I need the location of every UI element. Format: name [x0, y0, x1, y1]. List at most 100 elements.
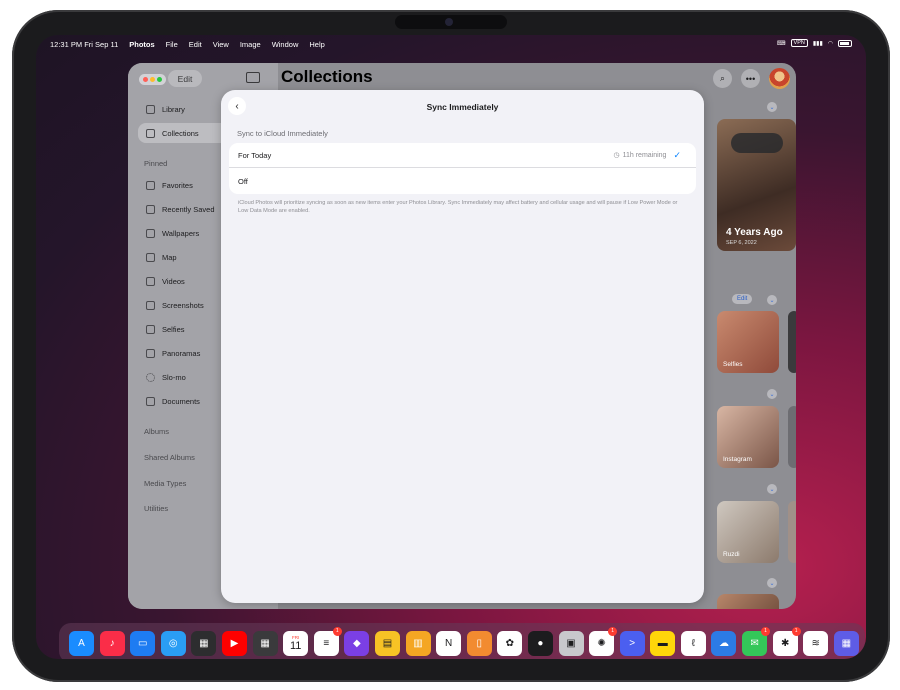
dock-stickies-icon[interactable]: ▤ [374, 630, 400, 656]
dock-app-switcher-icon[interactable]: ▦ [833, 630, 859, 656]
sidebar-toggle-icon[interactable] [246, 72, 260, 83]
menu-image[interactable]: Image [240, 40, 261, 49]
menu-window[interactable]: Window [272, 40, 299, 49]
menu-bar: 12:31 PM Fri Sep 11 Photos File Edit Vie… [36, 35, 866, 53]
dock-shortcuts-icon[interactable]: ◆ [344, 630, 370, 656]
chevron-down-icon[interactable]: ⌄ [767, 484, 777, 494]
more-button[interactable]: ••• [741, 69, 760, 88]
sidebar-item-label: Wallpapers [162, 228, 200, 238]
dock-reminders-icon[interactable]: ≡ 1 [313, 626, 342, 656]
library-icon [146, 104, 155, 114]
dock-app-library-icon[interactable]: ▦ [252, 630, 278, 656]
close-icon[interactable] [143, 77, 148, 82]
dock-mirror-icon[interactable]: ▯ [466, 630, 492, 656]
widgets-glyph: ▦ [199, 637, 209, 649]
option-label: Off [238, 177, 248, 186]
dock-notes-app-icon[interactable]: ▥ [405, 630, 431, 656]
photos-glyph: ✿ [505, 637, 514, 649]
signal-icon: ▮▮▮ [812, 40, 823, 47]
notification-badge: 1 [332, 626, 342, 636]
albums-heading[interactable]: Albums [144, 427, 169, 436]
dock-chatgpt-icon[interactable]: ✺ 1 [589, 626, 618, 656]
sidebar-item-label: Recently Saved [162, 204, 215, 214]
dock-photos-icon[interactable]: ✿ [497, 630, 523, 656]
media-types-heading[interactable]: Media Types [144, 479, 186, 488]
album-thumb-partial[interactable] [788, 406, 796, 468]
stickies-glyph: ▤ [382, 637, 393, 649]
dock-slack-icon[interactable]: ✱ 1 [772, 626, 801, 656]
dock-writing-icon[interactable]: ℓ [680, 630, 706, 656]
dock-notes-icon[interactable]: ▬ [650, 630, 676, 656]
people-thumb-ruzdi[interactable]: Ruzdi [717, 501, 779, 563]
shared-albums-heading[interactable]: Shared Albums [144, 453, 195, 462]
window-controls[interactable] [139, 74, 166, 85]
menu-view[interactable]: View [213, 40, 229, 49]
search-button[interactable]: ⌕ [713, 69, 732, 88]
memory-card[interactable]: 4 Years Ago SEP 6, 2022 [717, 119, 796, 251]
utilities-heading[interactable]: Utilities [144, 504, 168, 513]
section-header: Sync to iCloud Immediately [237, 129, 328, 138]
notification-badge: 1 [608, 626, 618, 636]
chevron-down-icon[interactable]: ⌄ [767, 102, 777, 112]
dock-notion-icon[interactable]: N [436, 630, 462, 656]
avatar[interactable] [769, 68, 790, 89]
option-off[interactable]: Off [229, 169, 696, 194]
sidebar-item-label: Screenshots [162, 300, 204, 310]
app-library-glyph: ▦ [260, 637, 270, 649]
sidebar-item-label: Panoramas [162, 348, 201, 358]
dock-weather-icon[interactable]: ☁ [711, 630, 737, 656]
files-glyph: ▭ [137, 637, 148, 649]
dock-preview-icon[interactable]: ▣ [558, 630, 584, 656]
screen: 12:31 PM Fri Sep 11 Photos File Edit Vie… [36, 35, 866, 659]
chevron-down-icon[interactable]: ⌄ [767, 295, 777, 305]
dock-files-icon[interactable]: ▭ [130, 630, 156, 656]
rss-glyph: ≋ [811, 637, 820, 649]
sidebar-edit-button[interactable]: Edit [168, 70, 202, 87]
photo-thumb[interactable] [717, 594, 779, 609]
sidebar-item-label: Map [162, 252, 177, 262]
album-thumb-partial[interactable] [788, 311, 796, 373]
dock-rss-icon[interactable]: ≋ [803, 630, 829, 656]
terminal-glyph: > [629, 637, 636, 649]
chevron-down-icon[interactable]: ⌄ [767, 389, 777, 399]
section-edit-button[interactable]: Edit [732, 294, 753, 304]
clock: 12:31 PM Fri Sep 11 [50, 39, 119, 49]
menu-file[interactable]: File [166, 40, 178, 49]
weather-glyph: ☁ [718, 637, 729, 649]
dock-calendar-icon[interactable]: FRI 11 [283, 630, 309, 656]
app-switcher-glyph: ▦ [841, 637, 852, 649]
menu-help[interactable]: Help [309, 40, 324, 49]
dock-youtube-icon[interactable]: ▶ [221, 630, 247, 656]
dock-messages-icon[interactable]: ✉ 1 [742, 626, 771, 656]
dock-siri-icon[interactable]: ● [527, 630, 553, 656]
dock-widgets-icon[interactable]: ▦ [191, 630, 217, 656]
minimize-icon[interactable] [150, 77, 155, 82]
dock-app-store-icon[interactable]: A [69, 630, 94, 656]
menu-edit[interactable]: Edit [189, 40, 202, 49]
wifi-icon: ◠ [827, 40, 833, 47]
menu-app-name[interactable]: Photos [129, 40, 154, 49]
maximize-icon[interactable] [157, 77, 162, 82]
camera [395, 15, 507, 29]
dock-safari-icon[interactable]: ◎ [160, 630, 186, 656]
memory-title: 4 Years Ago [726, 227, 783, 238]
option-for-today[interactable]: For Today ◷ 11h remaining ✓ [229, 143, 696, 168]
sheet-title: Sync Immediately [426, 102, 499, 112]
heart-icon [146, 180, 155, 190]
photos-window: Edit Library Collections Pinned Favorite… [128, 63, 796, 609]
sidebar-item-label: Documents [162, 396, 200, 406]
dock-music-icon[interactable]: ♪ [99, 630, 125, 656]
album-label: Selfies [723, 361, 743, 368]
sidebar-item-label: Videos [162, 276, 185, 286]
sidebar-item-label: Selfies [162, 324, 185, 334]
chevron-down-icon[interactable]: ⌄ [767, 578, 777, 588]
album-thumb-selfies[interactable]: Selfies [717, 311, 779, 373]
siri-glyph: ● [537, 637, 544, 649]
notion-glyph: N [445, 637, 453, 649]
album-thumb-instagram[interactable]: Instagram [717, 406, 779, 468]
app-store-glyph: A [78, 637, 85, 649]
people-thumb-partial[interactable] [788, 501, 796, 563]
dock: A ♪ ▭ ◎ ▦ ▶ ▦ FRI 11 ≡ 1 ◆ ▤ ▥ N ▯ ✿ ● ▣ ✺ 1 > ▬ ℓ ☁ ✉ 1 ✱ 1 ≋ ▦ [59, 623, 865, 659]
notification-badge: 1 [791, 626, 801, 636]
dock-terminal-icon[interactable]: > [619, 630, 645, 656]
